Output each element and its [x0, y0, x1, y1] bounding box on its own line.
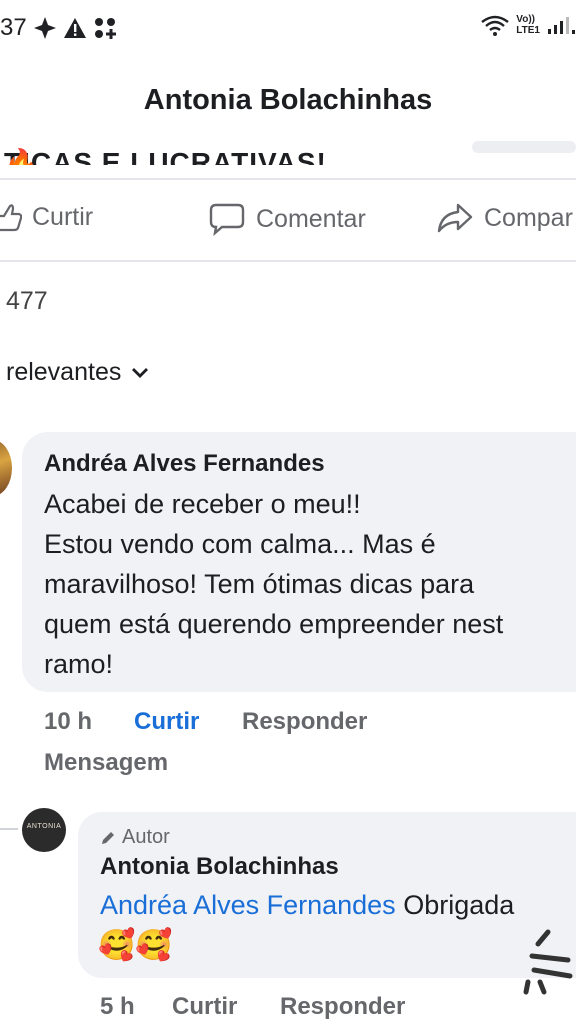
share-arrow-icon [437, 203, 473, 233]
share-button[interactable]: Compar [436, 202, 573, 234]
comment-reply-button[interactable]: Responder [242, 708, 367, 736]
wifi-icon [481, 15, 510, 36]
comment-like-button[interactable]: Curtir [134, 708, 199, 736]
thumbs-up-icon [0, 204, 22, 232]
status-bar-right: Vo)) LTE1 [480, 14, 576, 36]
divider-top [0, 178, 576, 180]
avatar[interactable] [0, 440, 12, 496]
volte-indicator: Vo)) LTE1 [516, 14, 540, 36]
reply-emojis: 🥰🥰 [98, 929, 173, 962]
clock-fragment: 37 [0, 14, 27, 41]
like-button[interactable]: Curtir [0, 202, 93, 232]
divider-actions [0, 260, 576, 262]
pencil-icon [102, 831, 114, 844]
comment-sort-dropdown[interactable]: relevantes [6, 358, 149, 387]
status-bar-left: 37 [0, 14, 117, 42]
chevron-down-icon [132, 367, 149, 378]
mention-link[interactable]: Andréa Alves Fernandes [100, 890, 396, 920]
post-preview-pill [472, 141, 576, 153]
comment-button[interactable]: Comentar [208, 202, 366, 236]
reply-reply-button[interactable]: Responder [280, 993, 405, 1021]
page-title: Antonia Bolachinhas [143, 84, 433, 116]
reaction-count[interactable]: 477 [6, 287, 48, 316]
post-text-clipped: TICAS E LUCRATIVAS! 🔥 [0, 131, 340, 165]
reply-author[interactable]: Antonia Bolachinhas [100, 853, 339, 881]
sparkle-decoration-icon [523, 929, 573, 995]
author-badge: Autor [100, 826, 170, 849]
comment-author[interactable]: Andréa Alves Fernandes [44, 450, 325, 478]
comment-text: Acabei de receber o meu!! Estou vendo co… [44, 489, 504, 679]
signal-bars-icon [548, 17, 575, 34]
warning-icon [63, 18, 86, 38]
reply-like-button[interactable]: Curtir [172, 993, 237, 1021]
reply-timestamp[interactable]: 5 h [100, 993, 135, 1021]
comment-message-button[interactable]: Mensagem [44, 749, 168, 777]
fire-emoji: 🔥 [4, 148, 40, 165]
avatar[interactable]: ANTONIA [22, 808, 66, 852]
thread-connector [0, 828, 18, 830]
app-grid-icon [94, 18, 116, 39]
speech-bubble-icon [209, 203, 245, 236]
sparkle-status-icon [33, 17, 56, 39]
reply-text: Andréa Alves Fernandes Obrigada [100, 890, 515, 920]
comment-timestamp[interactable]: 10 h [44, 708, 92, 736]
